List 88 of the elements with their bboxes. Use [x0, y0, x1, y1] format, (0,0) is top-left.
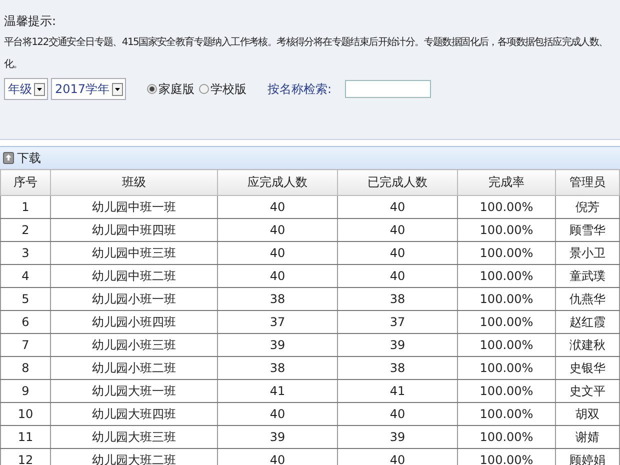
table-cell: 38 — [338, 356, 458, 380]
table-cell: 40 — [338, 242, 458, 264]
table-cell: 幼儿园中班四班 — [50, 218, 218, 242]
caret-icon — [34, 82, 45, 96]
table-cell: 12 — [0, 448, 50, 465]
table-cell: 10 — [0, 402, 50, 426]
year-dropdown[interactable]: 2017学年 — [51, 78, 126, 100]
caret-icon — [112, 82, 123, 96]
table-cell: 40 — [338, 218, 458, 242]
table-cell: 史文平 — [556, 380, 620, 402]
table-cell: 幼儿园小班二班 — [50, 356, 218, 380]
table-cell: 38 — [218, 356, 338, 380]
column-header[interactable]: 已完成人数 — [338, 170, 458, 196]
table-cell: 幼儿园中班一班 — [50, 196, 218, 218]
table-cell: 100.00% — [458, 288, 556, 310]
table-cell: 11 — [0, 426, 50, 448]
table-cell: 5 — [0, 288, 50, 310]
table-cell: 4 — [0, 264, 50, 288]
table-cell: 幼儿园小班三班 — [50, 334, 218, 356]
download-button[interactable]: 下载 — [3, 150, 41, 166]
table-cell: 41 — [218, 380, 338, 402]
table-cell: 100.00% — [458, 402, 556, 426]
table-cell: 幼儿园小班四班 — [50, 310, 218, 334]
table-cell: 40 — [218, 218, 338, 242]
table-cell: 39 — [218, 426, 338, 448]
table-cell: 39 — [218, 334, 338, 356]
table-cell: 100.00% — [458, 264, 556, 288]
table-cell: 幼儿园中班三班 — [50, 242, 218, 264]
table-cell: 幼儿园大班三班 — [50, 426, 218, 448]
table-cell: 100.00% — [458, 380, 556, 402]
table-cell: 景小卫 — [556, 242, 620, 264]
table-cell: 8 — [0, 356, 50, 380]
table-cell: 40 — [338, 402, 458, 426]
radio-option[interactable]: 学校版 — [198, 80, 247, 98]
table-cell: 谢婧 — [556, 426, 620, 448]
radio-option[interactable]: 家庭版 — [146, 80, 195, 98]
table-cell: 赵红霞 — [556, 310, 620, 334]
table-cell: 童武璞 — [556, 264, 620, 288]
column-header[interactable]: 完成率 — [458, 170, 556, 196]
table-cell: 37 — [338, 310, 458, 334]
table-cell: 9 — [0, 380, 50, 402]
table-cell: 40 — [218, 264, 338, 288]
table-cell: 100.00% — [458, 242, 556, 264]
table-cell: 40 — [338, 264, 458, 288]
table-cell: 6 — [0, 310, 50, 334]
column-header[interactable]: 班级 — [50, 170, 218, 196]
table-cell: 3 — [0, 242, 50, 264]
table-cell: 2 — [0, 218, 50, 242]
notice-text: 化。 — [4, 58, 24, 72]
table-cell: 39 — [338, 334, 458, 356]
table-cell: 幼儿园小班一班 — [50, 288, 218, 310]
grade-dropdown[interactable]: 年级 — [4, 78, 48, 100]
search-field[interactable] — [344, 80, 431, 98]
table-cell: 37 — [218, 310, 338, 334]
table-cell: 幼儿园大班四班 — [50, 402, 218, 426]
table-cell: 100.00% — [458, 196, 556, 218]
table-cell: 100.00% — [458, 218, 556, 242]
radio-button[interactable] — [146, 84, 157, 94]
column-header[interactable]: 序号 — [0, 170, 50, 196]
table-cell: 100.00% — [458, 356, 556, 380]
table-cell: 40 — [218, 242, 338, 264]
column-header[interactable]: 管理员 — [556, 170, 620, 196]
download-icon — [3, 152, 14, 164]
table-cell: 7 — [0, 334, 50, 356]
table-cell: 40 — [218, 196, 338, 218]
table-cell: 仇燕华 — [556, 288, 620, 310]
search-label: 按名称检索: — [268, 80, 332, 98]
table-cell: 幼儿园大班一班 — [50, 380, 218, 402]
table-cell: 100.00% — [458, 426, 556, 448]
radio-button[interactable] — [198, 84, 209, 94]
table-cell: 100.00% — [458, 334, 556, 356]
table-cell: 史银华 — [556, 356, 620, 380]
table-cell: 39 — [338, 426, 458, 448]
notice-title: 温馨提示: — [4, 13, 58, 30]
table-cell: 100.00% — [458, 310, 556, 334]
table-cell: 倪芳 — [556, 196, 620, 218]
table-cell: 顾雪华 — [556, 218, 620, 242]
notice-text: 平台将122交通安全日专题、415国家安全教育专题纳入工作考核。考核得分将在专题结束后开始计分。专题数据固化后，各项数据包括应完成人数、 — [4, 36, 609, 50]
table-cell: 38 — [338, 288, 458, 310]
table-cell: 41 — [338, 380, 458, 402]
table-cell: 幼儿园中班二班 — [50, 264, 218, 288]
table-cell: 胡双 — [556, 402, 620, 426]
table-cell: 40 — [218, 402, 338, 426]
column-header[interactable]: 应完成人数 — [218, 170, 338, 196]
table-cell: 40 — [338, 196, 458, 218]
table-cell: 洑建秋 — [556, 334, 620, 356]
table-cell: 1 — [0, 196, 50, 218]
table-cell: 38 — [218, 288, 338, 310]
